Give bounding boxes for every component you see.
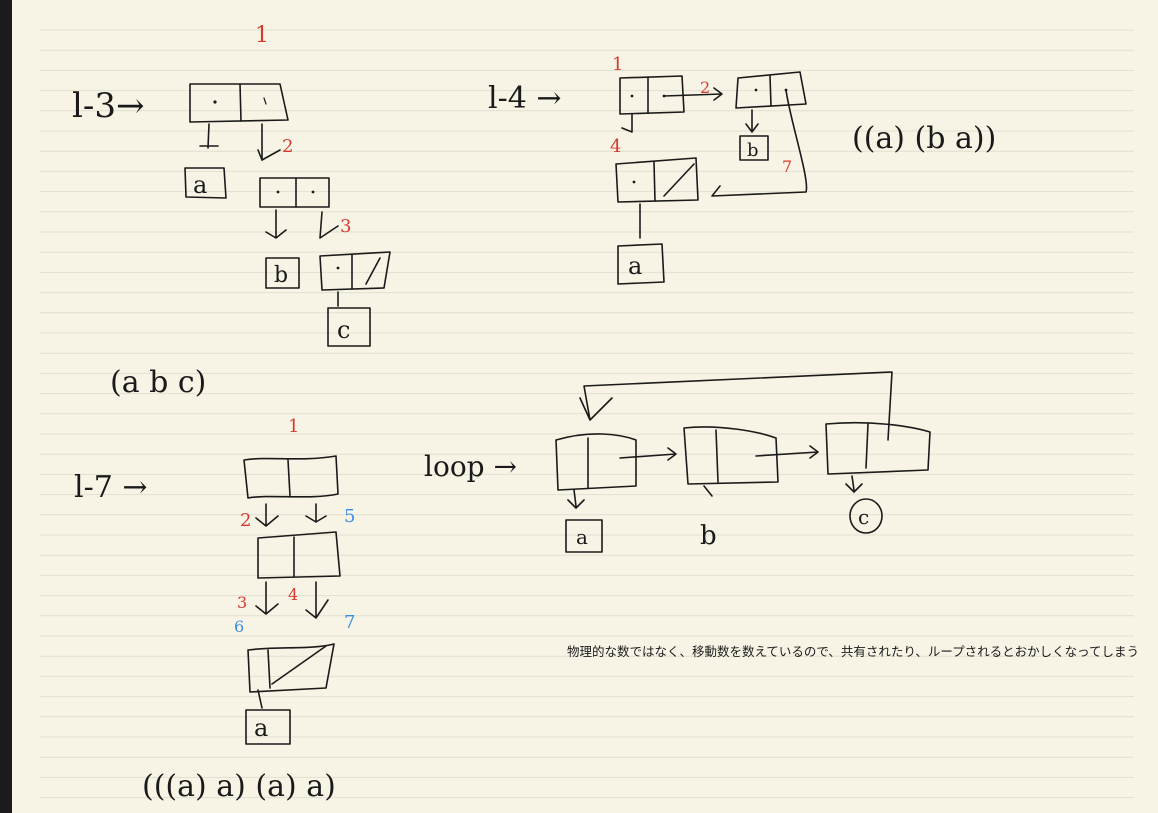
l3-result: (a b c) xyxy=(110,365,206,400)
loop-var-label: loop → xyxy=(424,450,517,483)
l3-var-label: l-3→ xyxy=(72,86,144,126)
l3-car-dot xyxy=(213,100,217,104)
l4-var-label: l-4 → xyxy=(488,81,562,116)
l3-atom-a: a xyxy=(193,171,207,199)
l7-count-7: 7 xyxy=(344,612,355,633)
l3-atom-c: c xyxy=(337,316,350,344)
l3-cell-1-divider xyxy=(239,83,242,122)
l7-var-label: l-7 → xyxy=(74,470,148,505)
l7-count-top: 1 xyxy=(288,416,299,437)
l4-atom-b: b xyxy=(747,140,759,161)
l7-atom-a: a xyxy=(254,714,268,742)
l7-count-5: 5 xyxy=(344,506,355,527)
note-text: 物理的な数ではなく、移動数を数えているので、共有されたり、ループされるとおかしく… xyxy=(567,644,1139,659)
l4-count-7: 7 xyxy=(782,157,792,176)
l7-count-4: 4 xyxy=(288,585,298,604)
notebook-canvas: l-3→ 1 2 a 3 b c (a b c) l-4 → 1 2 b 7 4… xyxy=(0,0,1158,813)
l4-atom-a: a xyxy=(628,252,642,280)
l3-count-3: 3 xyxy=(340,216,351,237)
l7-count-6: 6 xyxy=(234,617,244,636)
l7-count-3: 3 xyxy=(237,593,247,612)
left-margin xyxy=(0,0,12,813)
loop-atom-c: c xyxy=(858,505,869,529)
l3-atom-b: b xyxy=(274,263,288,288)
loop-atom-a: a xyxy=(576,525,588,549)
l4-count-2: 2 xyxy=(700,78,710,97)
l4-count-4: 4 xyxy=(610,136,621,157)
l3-count-top: 1 xyxy=(255,23,269,48)
l7-count-2: 2 xyxy=(240,510,251,531)
l3-count-2: 2 xyxy=(282,136,293,157)
l4-result: ((a) (b a)) xyxy=(852,121,996,156)
l4-count-top: 1 xyxy=(612,54,623,75)
loop-atom-b: b xyxy=(700,521,717,551)
l7-result: (((a) a) (a) a) xyxy=(142,769,336,804)
